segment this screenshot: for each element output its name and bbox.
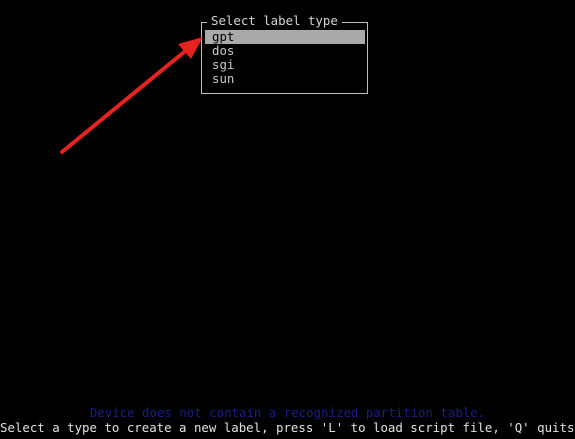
key-hint-message: Select a type to create a new label, pre… [0,420,575,435]
status-message: Device does not contain a recognized par… [89,405,486,420]
annotation-arrow-icon [60,37,203,154]
arrow-shaft [60,46,191,154]
